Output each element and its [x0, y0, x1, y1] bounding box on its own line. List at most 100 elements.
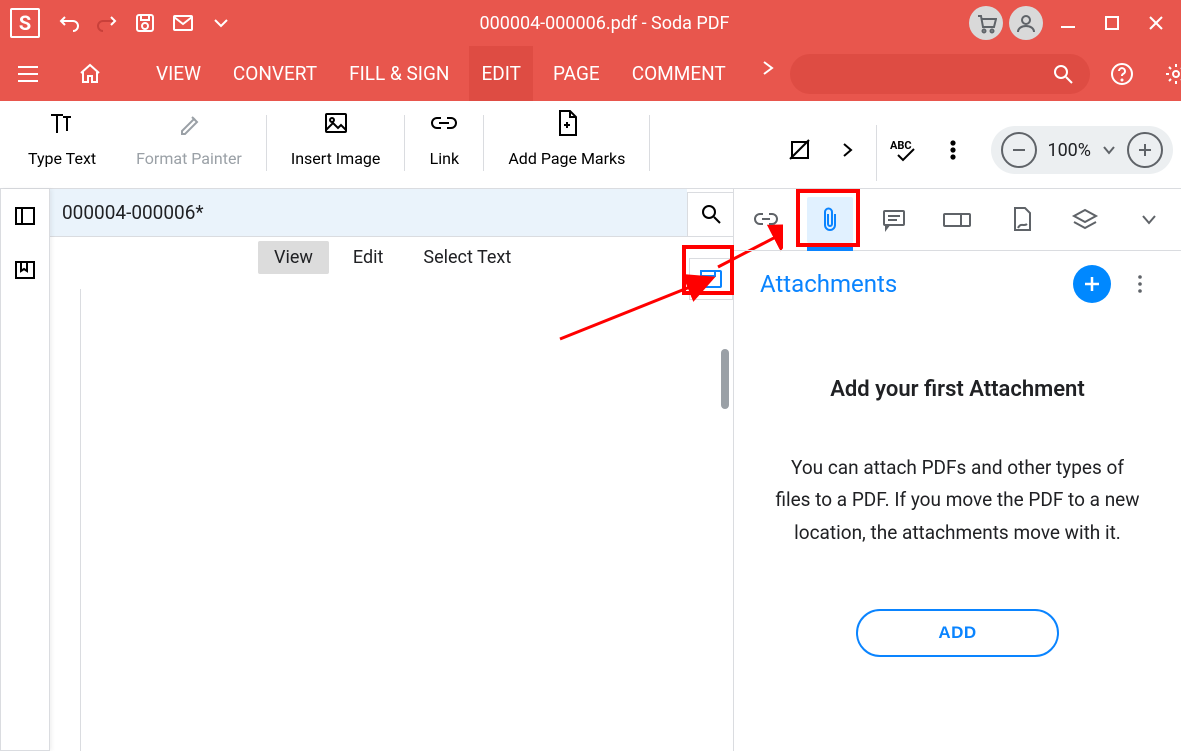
undo-button[interactable]	[50, 4, 88, 42]
tab-edit[interactable]: EDIT	[469, 46, 533, 101]
format-painter-icon	[176, 111, 202, 137]
tabs-more[interactable]	[746, 46, 790, 90]
rp-tab-comments[interactable]	[871, 197, 917, 243]
minimize-button[interactable]	[1049, 4, 1087, 42]
right-panel-header: Attachments	[734, 251, 1181, 317]
ctx-select-text[interactable]: Select Text	[407, 241, 527, 274]
separator	[404, 115, 405, 171]
maximize-button[interactable]	[1093, 4, 1131, 42]
bookmark-icon	[13, 258, 37, 282]
document-tab[interactable]: 000004-000006*	[50, 189, 687, 236]
zoom-control: 100%	[991, 126, 1173, 174]
document-search-button[interactable]	[687, 192, 733, 236]
add-page-marks-button[interactable]: Add Page Marks	[488, 109, 645, 168]
separator	[266, 115, 267, 171]
svg-text:ABC: ABC	[890, 139, 912, 152]
context-bar: View Edit Select Text	[250, 237, 733, 277]
right-panel-title: Attachments	[760, 270, 1073, 298]
quick-access-dropdown[interactable]	[202, 4, 240, 42]
zoom-value: 100%	[1047, 140, 1091, 161]
link-button[interactable]: Link	[409, 109, 479, 168]
document-tabs: 000004-000006*	[50, 189, 733, 237]
type-text-button[interactable]: Type Text	[8, 109, 116, 168]
tab-fill-sign[interactable]: FILL & SIGN	[337, 46, 461, 101]
tab-view[interactable]: VIEW	[144, 46, 213, 101]
spellcheck-icon: ABC	[890, 137, 920, 163]
attachments-heading: Add your first Attachment	[830, 377, 1085, 402]
rp-tab-more[interactable]	[1126, 197, 1172, 243]
ctx-view[interactable]: View	[258, 241, 329, 274]
crop-button[interactable]	[776, 126, 824, 174]
cart-button[interactable]	[969, 6, 1003, 40]
tab-convert[interactable]: CONVERT	[221, 46, 329, 101]
separator	[649, 115, 650, 171]
ribbon: Type Text Format Painter Insert Image Li…	[0, 101, 1181, 189]
open-sidepanel-button[interactable]	[689, 258, 733, 300]
right-panel-body: Add your first Attachment You can attach…	[734, 317, 1181, 751]
hamburger-menu[interactable]	[6, 52, 50, 96]
add-page-marks-label: Add Page Marks	[508, 149, 625, 168]
scrollbar-thumb[interactable]	[721, 349, 729, 409]
titlebar: S 000004-000006.pdf - Soda PDF	[0, 0, 1181, 46]
paperclip-icon	[819, 206, 841, 234]
tab-comment[interactable]: COMMENT	[620, 46, 738, 101]
search-icon	[1052, 63, 1074, 85]
attachments-text: You can attach PDFs and other types of f…	[774, 452, 1141, 549]
right-panel-more[interactable]	[1125, 269, 1155, 299]
home-button[interactable]	[68, 52, 112, 96]
crop-icon	[787, 137, 813, 163]
page-marks-icon	[554, 109, 580, 139]
zoom-in-button[interactable]	[1127, 132, 1163, 168]
page-canvas[interactable]	[80, 289, 719, 751]
field-icon	[942, 210, 972, 230]
close-button[interactable]	[1137, 4, 1175, 42]
spellcheck-button[interactable]: ABC	[881, 126, 929, 174]
document-area: 000004-000006* View Edit Select Text	[50, 189, 733, 751]
layers-icon	[1071, 207, 1099, 233]
document-title: 000004-000006.pdf - Soda PDF	[240, 13, 969, 34]
search-icon	[699, 202, 723, 226]
tab-page[interactable]: PAGE	[541, 46, 612, 101]
rp-tab-links[interactable]	[743, 197, 789, 243]
ribbon-overflow[interactable]	[929, 126, 977, 174]
panel-icon	[13, 204, 37, 228]
panel-toggle-button[interactable]	[8, 199, 42, 233]
settings-button[interactable]	[1154, 52, 1181, 96]
save-button[interactable]	[126, 4, 164, 42]
main-nav: VIEW CONVERT FILL & SIGN EDIT PAGE COMME…	[0, 46, 1181, 101]
link-icon	[753, 210, 779, 230]
insert-image-label: Insert Image	[291, 149, 381, 168]
separator	[483, 115, 484, 171]
rp-tab-forms[interactable]	[934, 197, 980, 243]
rp-tab-layers[interactable]	[1062, 197, 1108, 243]
right-panel: Attachments Add your first Attachment Yo…	[733, 189, 1181, 751]
separator	[876, 125, 877, 181]
bookmarks-button[interactable]	[8, 253, 42, 287]
zoom-out-button[interactable]	[1001, 132, 1037, 168]
chevron-down-icon	[1140, 213, 1158, 227]
redo-button	[88, 4, 126, 42]
work-area: 000004-000006* View Edit Select Text	[0, 189, 1181, 751]
insert-image-button[interactable]: Insert Image	[271, 109, 401, 168]
type-text-icon	[49, 111, 75, 137]
mail-button[interactable]	[164, 4, 202, 42]
help-button[interactable]	[1100, 52, 1144, 96]
add-attachment-button[interactable]	[1073, 265, 1111, 303]
comment-icon	[881, 208, 907, 232]
ctx-edit[interactable]: Edit	[337, 241, 399, 274]
plus-icon	[1082, 274, 1102, 294]
left-rail	[0, 189, 50, 751]
image-icon	[322, 110, 350, 138]
ribbon-more[interactable]	[824, 126, 872, 174]
rp-tab-sign[interactable]	[998, 197, 1044, 243]
right-panel-tabs	[734, 189, 1181, 251]
chevron-down-icon[interactable]	[1101, 142, 1117, 158]
attachments-add-button[interactable]: ADD	[856, 609, 1058, 657]
main-tabs: VIEW CONVERT FILL & SIGN EDIT PAGE COMME…	[144, 46, 790, 101]
global-search[interactable]	[790, 54, 1090, 94]
link-icon	[429, 114, 459, 134]
format-painter-button: Format Painter	[116, 109, 262, 168]
account-button[interactable]	[1009, 6, 1043, 40]
rp-tab-attachments[interactable]	[807, 197, 853, 243]
link-label: Link	[430, 149, 459, 168]
